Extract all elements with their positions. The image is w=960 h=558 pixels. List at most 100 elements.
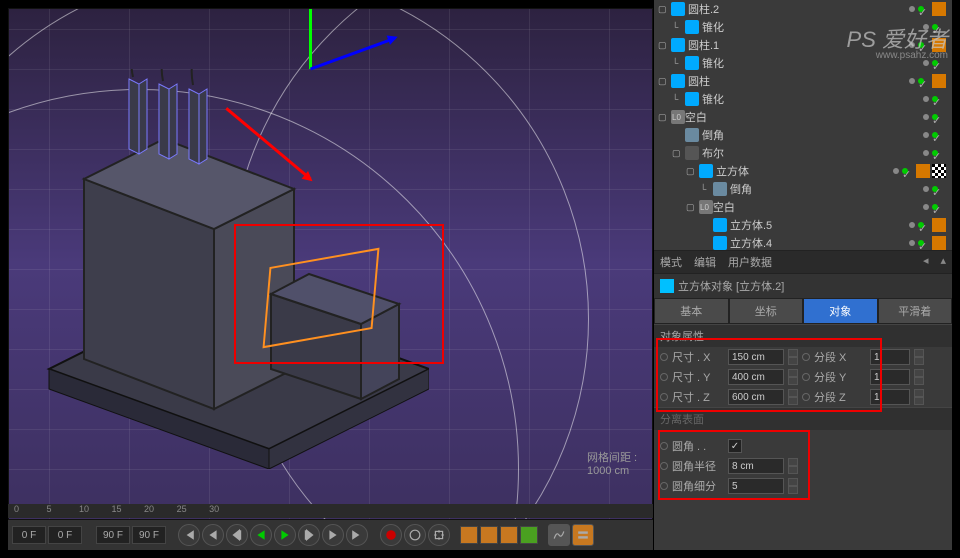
attr-menu-edit[interactable]: 编辑 bbox=[694, 254, 716, 270]
tab-coord[interactable]: 坐标 bbox=[729, 298, 804, 324]
object-tags[interactable] bbox=[932, 236, 946, 250]
expand-toggle-icon[interactable]: └ bbox=[672, 22, 682, 32]
key-track-1[interactable] bbox=[460, 526, 478, 544]
size-z-spinner[interactable] bbox=[788, 389, 798, 405]
autokey-button[interactable] bbox=[404, 524, 426, 546]
tab-basic[interactable]: 基本 bbox=[654, 298, 729, 324]
prev-frame-button[interactable] bbox=[226, 524, 248, 546]
phong-tag-icon[interactable] bbox=[932, 236, 946, 250]
phong-tag-icon[interactable] bbox=[932, 74, 946, 88]
anim-bullet[interactable] bbox=[660, 353, 668, 361]
visibility-dots[interactable]: ✓ bbox=[909, 222, 924, 228]
expand-toggle-icon[interactable]: └ bbox=[672, 58, 682, 68]
anim-bullet[interactable] bbox=[660, 442, 668, 450]
fcurve-button[interactable] bbox=[548, 524, 570, 546]
expand-toggle-icon[interactable]: ▢ bbox=[686, 166, 696, 177]
viewport-3d[interactable]: 网格间距 : 1000 cm bbox=[8, 8, 653, 520]
anim-bullet[interactable] bbox=[802, 373, 810, 381]
range-start-field[interactable] bbox=[12, 526, 46, 544]
next-frame-button[interactable] bbox=[298, 524, 320, 546]
visibility-dots[interactable]: ✓ bbox=[909, 78, 924, 84]
expand-toggle-icon[interactable]: ▢ bbox=[658, 112, 668, 123]
fillet-radius-spinner[interactable] bbox=[788, 458, 798, 474]
goto-start-button[interactable] bbox=[178, 524, 200, 546]
visibility-dots[interactable]: ✓ bbox=[923, 204, 938, 210]
visibility-dots[interactable]: ✓ bbox=[923, 150, 938, 156]
hierarchy-row[interactable]: ▢立方体✓ bbox=[654, 162, 952, 180]
visibility-dots[interactable]: ✓ bbox=[923, 186, 938, 192]
attr-menu-mode[interactable]: 模式 bbox=[660, 254, 682, 270]
size-z-field[interactable]: 600 cm bbox=[728, 389, 784, 405]
anim-bullet[interactable] bbox=[660, 373, 668, 381]
attr-nav-up-icon[interactable]: ▴ bbox=[940, 254, 946, 270]
expand-toggle-icon[interactable]: ▢ bbox=[658, 4, 668, 15]
viewport-canvas[interactable]: 网格间距 : 1000 cm bbox=[9, 9, 652, 519]
phong-tag-icon[interactable] bbox=[932, 2, 946, 16]
expand-toggle-icon[interactable]: ▢ bbox=[672, 148, 682, 159]
key-track-3[interactable] bbox=[500, 526, 518, 544]
range-end-field[interactable] bbox=[96, 526, 130, 544]
hierarchy-row[interactable]: 倒角✓ bbox=[654, 126, 952, 144]
play-back-button[interactable] bbox=[250, 524, 272, 546]
record-button[interactable] bbox=[380, 524, 402, 546]
key-track-4[interactable] bbox=[520, 526, 538, 544]
fillet-sub-spinner[interactable] bbox=[788, 478, 798, 494]
expand-toggle-icon[interactable]: ▢ bbox=[686, 202, 696, 213]
timeline-ruler[interactable]: 0 5 10 15 20 25 30 bbox=[8, 504, 653, 518]
visibility-dots[interactable]: ✓ bbox=[923, 132, 938, 138]
size-y-spinner[interactable] bbox=[788, 369, 798, 385]
phong-tag-icon[interactable] bbox=[916, 164, 930, 178]
anim-bullet[interactable] bbox=[660, 462, 668, 470]
attr-nav-prev-icon[interactable]: ◂ bbox=[923, 254, 929, 270]
object-tags[interactable] bbox=[916, 164, 946, 178]
anim-bullet[interactable] bbox=[660, 393, 668, 401]
goto-end-button[interactable] bbox=[346, 524, 368, 546]
hierarchy-row[interactable]: ▢L0空白✓ bbox=[654, 198, 952, 216]
prev-key-button[interactable] bbox=[202, 524, 224, 546]
seg-z-field[interactable]: 1 bbox=[870, 389, 910, 405]
fillet-radius-field[interactable]: 8 cm bbox=[728, 458, 784, 474]
hierarchy-row[interactable]: └倒角✓ bbox=[654, 180, 952, 198]
visibility-dots[interactable]: ✓ bbox=[923, 96, 938, 102]
hierarchy-row[interactable]: ▢布尔✓ bbox=[654, 144, 952, 162]
expand-toggle-icon[interactable]: ▢ bbox=[658, 40, 668, 51]
next-key-button[interactable] bbox=[322, 524, 344, 546]
expand-toggle-icon[interactable]: └ bbox=[700, 184, 710, 194]
object-tags[interactable] bbox=[932, 2, 946, 16]
fillet-checkbox[interactable]: ✓ bbox=[728, 439, 742, 453]
object-tags[interactable] bbox=[932, 74, 946, 88]
tab-object[interactable]: 对象 bbox=[803, 298, 878, 324]
current-frame-field[interactable] bbox=[48, 526, 82, 544]
anim-bullet[interactable] bbox=[802, 393, 810, 401]
seg-y-field[interactable]: 1 bbox=[870, 369, 910, 385]
hierarchy-row[interactable]: └锥化✓ bbox=[654, 90, 952, 108]
size-x-spinner[interactable] bbox=[788, 349, 798, 365]
seg-z-spinner[interactable] bbox=[914, 389, 924, 405]
visibility-dots[interactable]: ✓ bbox=[909, 240, 924, 246]
anim-bullet[interactable] bbox=[802, 353, 810, 361]
visibility-dots[interactable]: ✓ bbox=[923, 114, 938, 120]
key-options-button[interactable] bbox=[428, 524, 450, 546]
visibility-dots[interactable]: ✓ bbox=[909, 6, 924, 12]
range-end2-field[interactable] bbox=[132, 526, 166, 544]
attr-menu-user[interactable]: 用户数据 bbox=[728, 254, 772, 270]
expand-toggle-icon[interactable]: └ bbox=[672, 94, 682, 104]
size-y-field[interactable]: 400 cm bbox=[728, 369, 784, 385]
object-tags[interactable] bbox=[932, 218, 946, 232]
phong-tag-icon[interactable] bbox=[932, 218, 946, 232]
size-x-field[interactable]: 150 cm bbox=[728, 349, 784, 365]
hierarchy-row[interactable]: ▢圆柱✓ bbox=[654, 72, 952, 90]
hierarchy-row[interactable]: ▢圆柱.2✓ bbox=[654, 0, 952, 18]
texture-tag-icon[interactable] bbox=[932, 164, 946, 178]
visibility-dots[interactable]: ✓ bbox=[893, 168, 908, 174]
play-button[interactable] bbox=[274, 524, 296, 546]
expand-toggle-icon[interactable]: ▢ bbox=[658, 76, 668, 87]
gizmo-y-axis[interactable] bbox=[309, 8, 312, 69]
seg-x-field[interactable]: 1 bbox=[870, 349, 910, 365]
gizmo-z-axis[interactable] bbox=[310, 37, 396, 71]
tab-phong[interactable]: 平滑着 bbox=[878, 298, 953, 324]
key-track-2[interactable] bbox=[480, 526, 498, 544]
hierarchy-row[interactable]: ▢L0空白✓ bbox=[654, 108, 952, 126]
dopesheet-button[interactable] bbox=[572, 524, 594, 546]
hierarchy-row[interactable]: 立方体.5✓ bbox=[654, 216, 952, 234]
